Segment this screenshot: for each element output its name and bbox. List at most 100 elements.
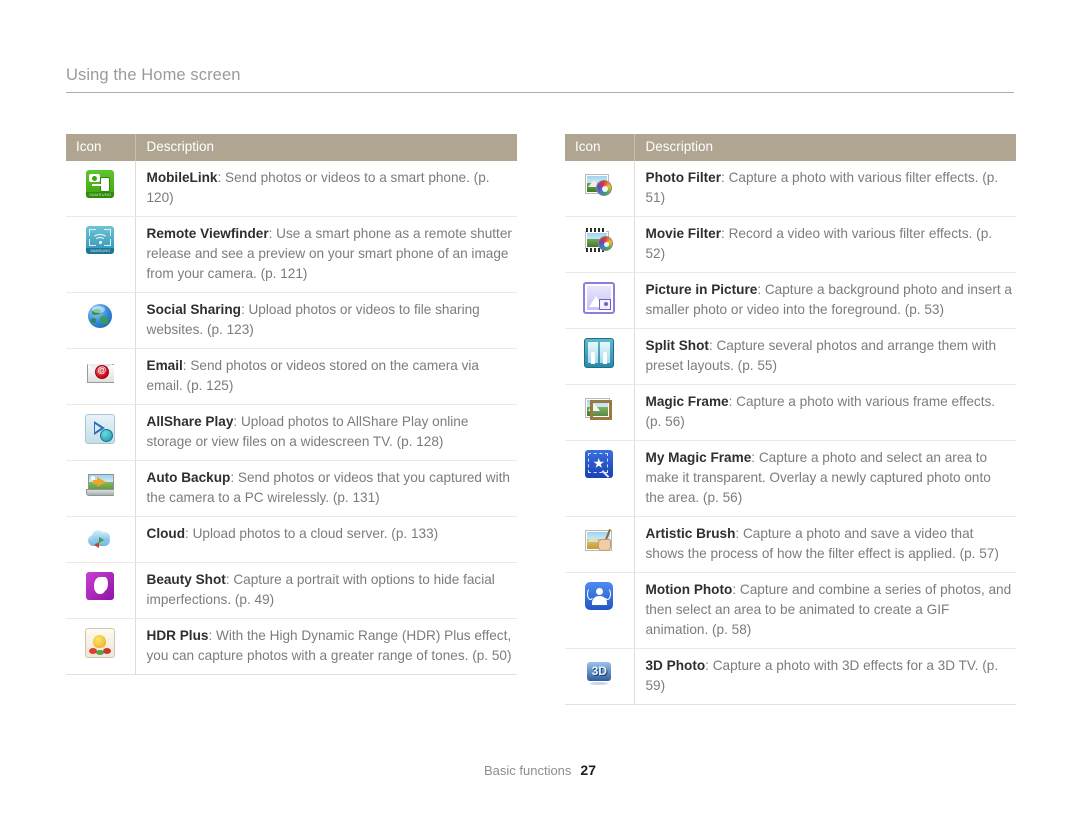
footer-page-number: 27 — [580, 762, 596, 778]
feature-name: Artistic Brush — [645, 525, 736, 541]
mobilelink-icon: SAMSUNG — [86, 170, 115, 199]
three-d-photo-icon: 3D — [585, 658, 613, 686]
description-cell: AllShare Play: Upload photos to AllShare… — [134, 404, 517, 461]
table-row: SAMSUNG Remote Viewfinder: Use a smart p… — [66, 216, 517, 294]
icon-cell — [565, 216, 634, 274]
hdr-plus-icon — [85, 627, 116, 658]
page-title: Using the Home screen — [66, 66, 241, 84]
remote-viewfinder-icon: SAMSUNG — [86, 226, 115, 255]
feature-description: : Upload photos to a cloud server. (p. 1… — [185, 525, 439, 541]
description-cell: My Magic Frame: Capture a photo and sele… — [633, 440, 1016, 517]
description-cell: Split Shot: Capture several photos and a… — [633, 328, 1016, 385]
feature-name: Movie Filter — [645, 226, 722, 242]
left-table-column: Icon Description SAMSUNG MobileLink: Sen… — [66, 134, 517, 705]
table-row: Social Sharing: Upload photos or videos … — [66, 292, 517, 349]
auto-backup-laptop-icon — [86, 470, 115, 498]
feature-name: Remote Viewfinder — [146, 226, 269, 242]
split-shot-icon — [584, 338, 615, 368]
artistic-brush-icon — [585, 526, 613, 554]
feature-name: Beauty Shot — [146, 571, 226, 587]
icon-cell — [565, 272, 634, 329]
description-cell: Email: Send photos or videos stored on t… — [134, 348, 517, 405]
magic-frame-icon — [585, 394, 613, 422]
description-cell: Remote Viewfinder: Use a smart phone as … — [134, 216, 517, 294]
movie-filter-icon — [585, 226, 614, 254]
icon-cell — [66, 460, 135, 517]
title-divider — [66, 92, 1014, 93]
icon-cell — [565, 161, 634, 218]
table-row: Beauty Shot: Capture a portrait with opt… — [66, 562, 517, 619]
column-header-icon: Icon — [565, 134, 634, 162]
description-cell: Movie Filter: Record a video with variou… — [633, 216, 1016, 274]
description-cell: MobileLink: Send photos or videos to a s… — [134, 161, 517, 218]
description-cell: Beauty Shot: Capture a portrait with opt… — [134, 562, 517, 619]
icon-cell: 3D — [565, 648, 634, 705]
allshare-play-icon — [85, 413, 116, 444]
feature-name: HDR Plus — [146, 627, 209, 643]
table-row: HDR Plus: With the High Dynamic Range (H… — [66, 618, 517, 675]
table-row: Motion Photo: Capture and combine a seri… — [565, 572, 1016, 649]
right-table-column: Icon Description Photo Filter: Capture a… — [565, 134, 1016, 705]
feature-description: : Send photos or videos stored on the ca… — [146, 357, 480, 393]
table-row: @ Email: Send photos or videos stored on… — [66, 348, 517, 405]
icon-cell: SAMSUNG — [66, 216, 135, 294]
my-magic-frame-icon — [585, 449, 614, 478]
email-envelope-icon: @ — [86, 358, 115, 386]
motion-photo-icon — [585, 581, 614, 610]
feature-name: Magic Frame — [645, 393, 729, 409]
social-sharing-globe-icon — [86, 302, 114, 330]
page-footer: Basic functions 27 — [0, 762, 1080, 778]
feature-name: Cloud — [146, 525, 186, 541]
photo-filter-icon — [585, 170, 613, 198]
feature-name: My Magic Frame — [645, 449, 752, 465]
icon-cell — [66, 404, 135, 461]
icon-cell — [565, 516, 634, 573]
table-row: Magic Frame: Capture a photo with variou… — [565, 384, 1016, 441]
table-row: Auto Backup: Send photos or videos that … — [66, 460, 517, 517]
description-cell: Magic Frame: Capture a photo with variou… — [633, 384, 1016, 441]
table-row: Photo Filter: Capture a photo with vario… — [565, 161, 1016, 218]
icon-cell — [66, 618, 135, 675]
description-cell: Photo Filter: Capture a photo with vario… — [633, 161, 1016, 218]
table-row: Picture in Picture: Capture a background… — [565, 272, 1016, 329]
icon-cell: SAMSUNG — [66, 161, 135, 218]
icon-cell — [66, 292, 135, 349]
three-d-label: 3D — [591, 663, 607, 678]
table-row: AllShare Play: Upload photos to AllShare… — [66, 404, 517, 461]
table-header-row: Icon Description — [66, 134, 517, 162]
table-row: Movie Filter: Record a video with variou… — [565, 216, 1016, 274]
icon-cell — [565, 440, 634, 517]
left-table-head: Icon Description — [66, 134, 517, 162]
description-cell: 3D Photo: Capture a photo with 3D effect… — [633, 648, 1016, 705]
table-row: Cloud: Upload photos to a cloud server. … — [66, 516, 517, 563]
feature-name: Motion Photo — [645, 581, 733, 597]
description-cell: Auto Backup: Send photos or videos that … — [134, 460, 517, 517]
beauty-shot-icon — [86, 571, 115, 600]
cloud-icon — [86, 526, 114, 554]
description-cell: Social Sharing: Upload photos or videos … — [134, 292, 517, 349]
column-header-description: Description — [134, 134, 517, 162]
description-cell: Cloud: Upload photos to a cloud server. … — [134, 516, 517, 563]
description-cell: Picture in Picture: Capture a background… — [633, 272, 1016, 329]
feature-name: Picture in Picture — [645, 282, 758, 298]
home-screen-icon-table-right: Icon Description Photo Filter: Capture a… — [565, 134, 1016, 705]
table-row: 3D 3D Photo: Capture a photo with 3D eff… — [565, 648, 1016, 705]
icon-cell — [66, 562, 135, 619]
feature-name: 3D Photo — [645, 657, 706, 673]
feature-name: MobileLink — [146, 170, 218, 186]
icon-cell — [565, 384, 634, 441]
description-cell: Motion Photo: Capture and combine a seri… — [633, 572, 1016, 649]
feature-name: Auto Backup — [146, 469, 231, 485]
left-table-body: SAMSUNG MobileLink: Send photos or video… — [66, 161, 517, 675]
column-header-icon: Icon — [66, 134, 135, 162]
description-cell: Artistic Brush: Capture a photo and save… — [633, 516, 1016, 573]
icon-cell — [565, 328, 634, 385]
icon-cell: @ — [66, 348, 135, 405]
description-cell: HDR Plus: With the High Dynamic Range (H… — [134, 618, 517, 675]
right-table-head: Icon Description — [565, 134, 1016, 162]
feature-name: Social Sharing — [146, 302, 241, 318]
feature-name: Email — [146, 357, 183, 373]
page-header: Using the Home screen — [66, 66, 1014, 93]
right-table-body: Photo Filter: Capture a photo with vario… — [565, 161, 1016, 705]
icon-cell — [66, 516, 135, 563]
